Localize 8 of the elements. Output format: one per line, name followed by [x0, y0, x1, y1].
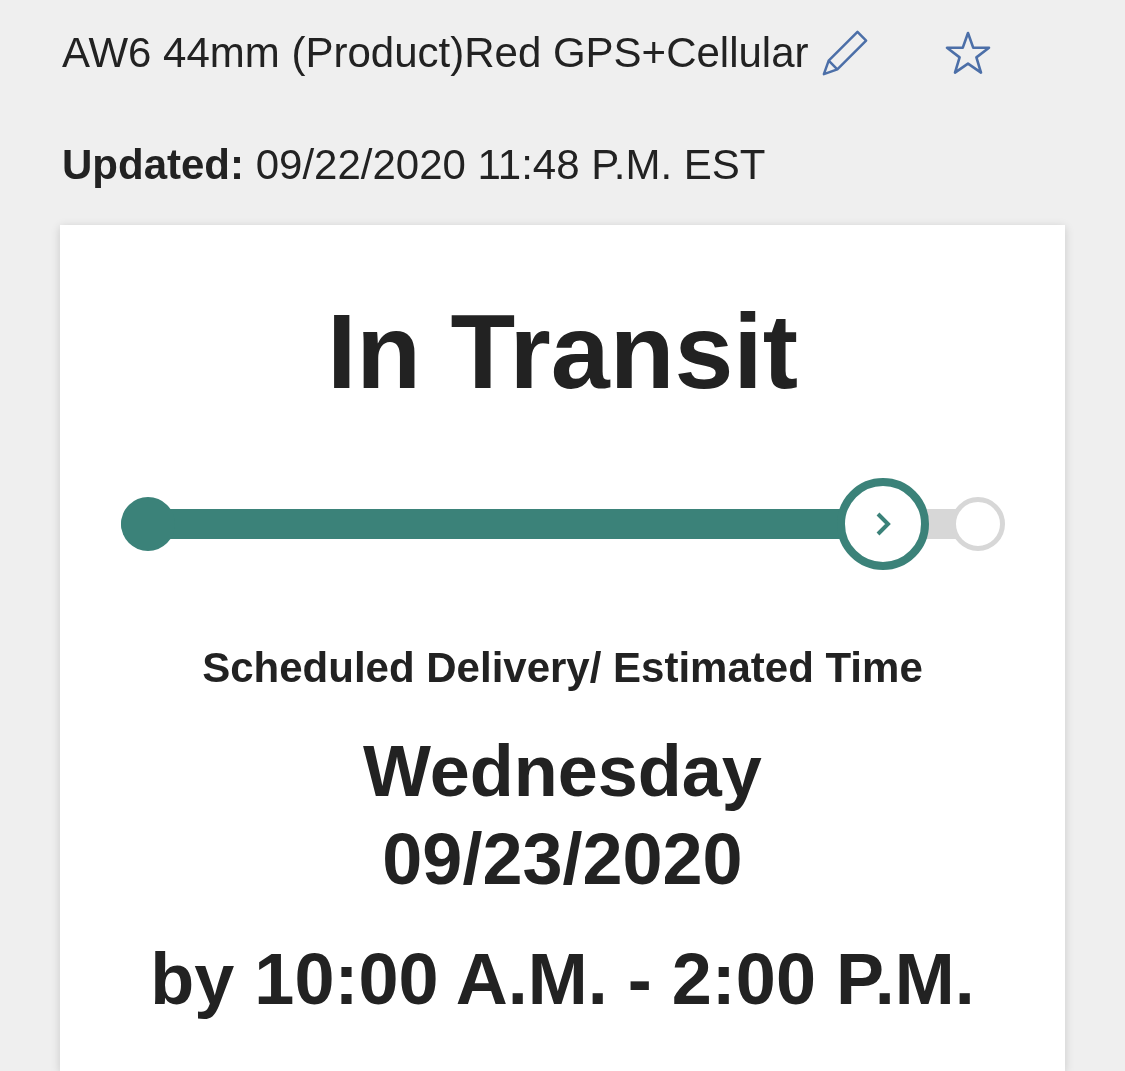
delivery-label: Scheduled Delivery/ Estimated Time [202, 647, 923, 689]
updated-text: Updated: 09/22/2020 11:48 P.M. EST [62, 144, 766, 186]
star-icon[interactable] [944, 31, 991, 75]
chevron-step-icon [836, 478, 929, 570]
status-title: In Transit [326, 298, 799, 404]
delivery-date: 09/23/2020 [382, 823, 743, 895]
pencil-icon[interactable] [820, 29, 869, 77]
product-title: AW6 44mm (Product)Red GPS+Cellular [62, 32, 809, 74]
